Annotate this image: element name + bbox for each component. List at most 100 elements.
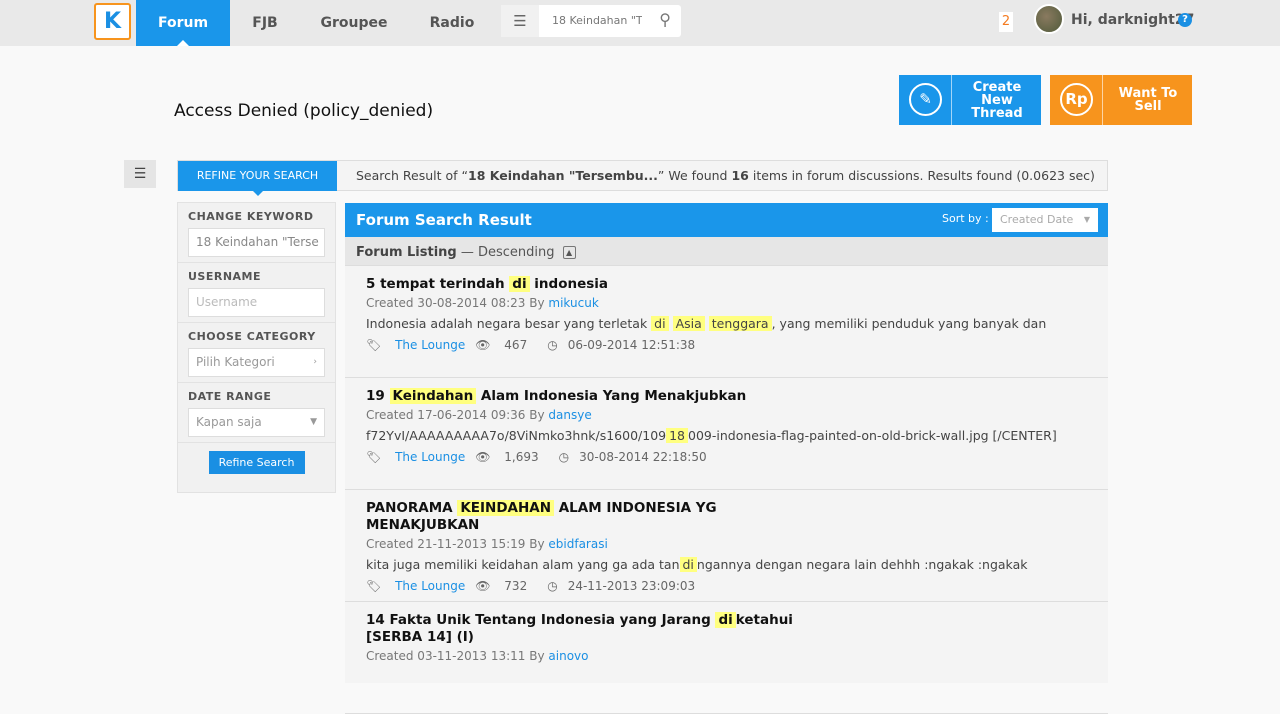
username-label: USERNAME: [188, 270, 262, 283]
keyword-input[interactable]: 18 Keindahan "Terse: [188, 228, 325, 257]
forum-link[interactable]: The Lounge: [395, 338, 465, 352]
tab-radio[interactable]: Radio: [408, 0, 496, 46]
kaskus-logo[interactable]: K: [94, 3, 131, 40]
text-segment: 009-indonesia-flag-painted-on-old-brick-…: [688, 428, 1057, 443]
text-segment: f72YvI/AAAAAAAAA7o/8ViNmko3hnk/s1600/109: [366, 428, 667, 443]
result-item: PANORAMA KEINDAHAN ALAM INDONESIA YG MEN…: [345, 490, 1108, 602]
create-thread-label: Create New Thread: [971, 79, 1023, 121]
keyword-highlight: tenggara: [708, 316, 772, 331]
text-segment: kita juga memiliki keidahan alam yang ga…: [366, 557, 680, 572]
snippet: kita juga memiliki keidahan alam yang ga…: [366, 557, 1087, 572]
author-link[interactable]: mikucuk: [548, 296, 598, 310]
text-segment: ngannya dengan negara lain dehhh :ngakak…: [696, 557, 1028, 572]
clock-icon: ◷: [547, 579, 558, 593]
user-greeting[interactable]: Hi, darknight27: [1071, 12, 1194, 28]
tab-groupee[interactable]: Groupee: [300, 0, 408, 46]
date-range-label: DATE RANGE: [188, 390, 272, 403]
collapse-toggle[interactable]: ▲: [562, 246, 576, 259]
created-info: Created 30-08-2014 08:23 By: [366, 296, 549, 310]
text-segment: 5 tempat terindah: [366, 276, 510, 292]
text-segment: 14 Fakta Unik Tentang Indonesia yang Jar…: [366, 612, 716, 628]
search-icon[interactable]: ⚲: [659, 10, 671, 29]
avatar[interactable]: [1034, 4, 1064, 34]
want-to-sell-label: Want To Sell: [1118, 86, 1178, 114]
search-results: Forum Search Result Sort by : Created Da…: [345, 203, 1108, 714]
created-info: Created 03-11-2013 13:11 By: [366, 649, 549, 663]
search-box: ☰ 18 Keindahan "T ⚲: [501, 5, 681, 37]
refine-bar: REFINE YOUR SEARCH Search Result of “18 …: [177, 160, 1108, 196]
rupiah-icon: Rp: [1060, 83, 1093, 116]
refine-search-button[interactable]: Refine Search: [208, 451, 305, 474]
view-count: 732: [504, 579, 528, 593]
keyword-highlight: Asia: [672, 316, 705, 331]
search-result-info: Search Result of “18 Keindahan "Tersembu…: [356, 168, 1095, 183]
tab-fjb[interactable]: FJB: [230, 0, 300, 46]
author-link[interactable]: ebidfarasi: [548, 537, 607, 551]
text-segment: 19: [366, 388, 390, 404]
keyword-highlight: 18: [666, 428, 689, 443]
view-count: 467: [504, 338, 528, 352]
text-segment: Alam Indonesia Yang Menakjubkan: [476, 388, 747, 404]
sort-label: Sort by :: [942, 212, 989, 225]
text-segment: PANORAMA: [366, 500, 458, 516]
sort-select[interactable]: Created Date ▼: [992, 208, 1098, 232]
clock-icon: ◷: [547, 338, 558, 352]
result-item: 19 Keindahan Alam Indonesia Yang Menakju…: [345, 378, 1108, 490]
text-segment: indonesia: [529, 276, 609, 292]
clock-icon: ◷: [558, 450, 570, 464]
last-post-time: 24-11-2013 23:09:03: [567, 579, 696, 593]
chevron-right-icon: ›: [313, 357, 317, 367]
list-icon[interactable]: ☰: [501, 5, 539, 37]
eye-icon: 👁︎: [475, 450, 491, 464]
chevron-down-icon: ▼: [310, 417, 317, 427]
result-item: 5 tempat terindah di indonesia Created 3…: [345, 266, 1108, 378]
listing-header: Forum Listing — Descending ▲: [345, 237, 1108, 266]
category-select[interactable]: Pilih Kategori ›: [188, 348, 325, 377]
text-segment: Indonesia adalah negara besar yang terle…: [366, 316, 652, 331]
tab-forum[interactable]: Forum: [136, 0, 230, 46]
last-post-time: 06-09-2014 12:51:38: [567, 338, 696, 352]
author-link[interactable]: dansye: [548, 408, 591, 422]
username-input[interactable]: Username: [188, 288, 325, 317]
list-view-toggle[interactable]: ☰: [124, 160, 156, 188]
thread-title-link[interactable]: 14 Fakta Unik Tentang Indonesia yang Jar…: [366, 612, 806, 646]
forum-link[interactable]: The Lounge: [395, 450, 465, 464]
thread-title-link[interactable]: 19 Keindahan Alam Indonesia Yang Menakju…: [366, 388, 806, 405]
keyword-label: CHANGE KEYWORD: [188, 210, 314, 223]
thread-title-link[interactable]: 5 tempat terindah di indonesia: [366, 276, 806, 293]
create-thread-button[interactable]: ✎ Create New Thread: [899, 75, 1041, 125]
tag-icon: 🏷︎: [366, 338, 382, 352]
thread-title-link[interactable]: PANORAMA KEINDAHAN ALAM INDONESIA YG MEN…: [366, 500, 806, 534]
snippet: Indonesia adalah negara besar yang terle…: [366, 316, 1087, 331]
snippet: f72YvI/AAAAAAAAA7o/8ViNmko3hnk/s1600/109…: [366, 428, 1087, 443]
text-segment: , yang memiliki penduduk yang banyak dan: [771, 316, 1047, 331]
pencil-icon: ✎: [909, 83, 942, 116]
date-range-select[interactable]: Kapan saja ▼: [188, 408, 325, 437]
want-to-sell-button[interactable]: Rp Want To Sell: [1050, 75, 1192, 125]
refine-search-tab[interactable]: REFINE YOUR SEARCH: [178, 161, 337, 196]
keyword-highlight: Keindahan: [389, 388, 477, 404]
keyword-highlight: di: [509, 276, 530, 292]
keyword-highlight: di: [651, 316, 669, 331]
tag-icon: 🏷︎: [366, 450, 382, 464]
forum-link[interactable]: The Lounge: [395, 579, 465, 593]
notification-badge[interactable]: 2: [999, 12, 1013, 32]
last-post-time: 30-08-2014 22:18:50: [579, 450, 707, 464]
text-segment: [669, 316, 673, 331]
created-info: Created 17-06-2014 09:36 By: [366, 408, 549, 422]
tag-icon: 🏷︎: [366, 579, 382, 593]
result-item: 14 Fakta Unik Tentang Indonesia yang Jar…: [345, 602, 1108, 714]
refine-sidebar: CHANGE KEYWORD 18 Keindahan "Terse USERNA…: [177, 202, 336, 493]
results-title: Forum Search Result: [356, 211, 532, 229]
page-title: Access Denied (policy_denied): [174, 101, 434, 121]
eye-icon: 👁︎: [475, 579, 491, 593]
created-info: Created 21-11-2013 15:19 By: [366, 537, 549, 551]
help-icon[interactable]: ?: [1178, 13, 1192, 27]
search-input[interactable]: 18 Keindahan "T: [552, 14, 642, 27]
view-count: 1,693: [504, 450, 539, 464]
keyword-highlight: di: [679, 557, 697, 572]
author-link[interactable]: ainovo: [548, 649, 588, 663]
eye-icon: 👁︎: [475, 338, 491, 352]
keyword-highlight: KEINDAHAN: [457, 500, 555, 516]
category-label: CHOOSE CATEGORY: [188, 330, 316, 343]
